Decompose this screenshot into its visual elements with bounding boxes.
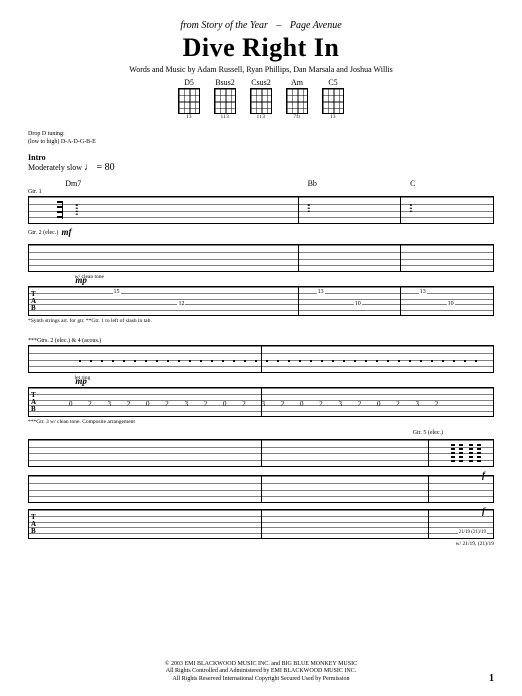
chord-diagram: C5 13 (322, 78, 344, 120)
chord-symbol: Bb (308, 179, 317, 188)
copyright-footer: © 2003 EMI BLACKWOOD MUSIC INC. and BIG … (28, 661, 494, 684)
chord-name: Csus2 (251, 78, 271, 87)
section-label: Intro (28, 153, 46, 162)
source-line: from Story of the Year – Page Avenue (28, 20, 494, 31)
dynamic-marking: mf (61, 227, 71, 237)
source-prefix: from (180, 20, 199, 31)
chord-symbol: Dm7 (65, 179, 81, 188)
tab-fragment: 21/19 (21)/19 (458, 530, 487, 535)
chord-symbol: C (410, 179, 415, 188)
whole-note-stack: 𝅝𝅝𝅝 (409, 203, 411, 212)
guitar-label: Gtr. 1 (28, 189, 494, 195)
tuning-label: Drop D tuning: (28, 130, 494, 138)
source-album: Page Avenue (290, 20, 342, 31)
chord-grid (250, 88, 272, 114)
source-dash: – (276, 20, 281, 31)
tab-staff: TAB 15 12 13 10 13 10 (28, 286, 494, 316)
note-run (79, 356, 483, 366)
chord-diagram: Am 7fr (286, 78, 308, 120)
system-footnote: *Synth strings arr. for gtr. **Gtr. 1 to… (28, 318, 494, 324)
credits-line: Words and Music by Adam Russell, Ryan Ph… (28, 65, 494, 74)
let-ring: let ring (75, 375, 494, 381)
guitar-label: ***Gtrs. 2 (elec.) & 4 (acous.) (28, 338, 494, 344)
chord-fingering: 113 (221, 115, 230, 120)
tab-number: 10 (447, 301, 455, 307)
chord-fingering: 13 (186, 115, 192, 120)
tuning-detail: (low to high) D-A-D-G-B-E (28, 138, 494, 146)
tab-run: 0 2 3 2 0 2 3 2 0 2 3 2 0 2 3 2 0 2 3 2 … (69, 400, 453, 408)
page-number: 1 (489, 673, 494, 684)
chord-name: D5 (184, 78, 194, 87)
notation-staff: mp (28, 345, 494, 373)
chord-grid (286, 88, 308, 114)
chord-grid (178, 88, 200, 114)
notation-staff: f (28, 475, 494, 503)
dynamic-marking: mp (75, 376, 87, 386)
tab-number: 13 (317, 289, 325, 295)
tab-label: TAB (31, 291, 36, 312)
chord-grid (322, 88, 344, 114)
tab-number: 13 (419, 289, 427, 295)
tab-staff: TAB 21/19 (21)/19 (28, 509, 494, 539)
notation-system-1: Dm7 Bb C Gtr. 1 𝅝𝅝𝅝𝅝 𝅝𝅝𝅝 𝅝𝅝𝅝 mf Gtr. 2 (… (28, 179, 494, 324)
dynamic-marking: mp (75, 275, 87, 285)
tempo-label: Moderately slow (28, 163, 82, 172)
guitar-label: Gtr. 5 (elec.) (413, 430, 443, 436)
notation-system-2: ***Gtrs. 2 (elec.) & 4 (acous.) mp let r… (28, 338, 494, 425)
copyright-line: © 2003 EMI BLACKWOOD MUSIC INC. and BIG … (28, 661, 494, 669)
chord-diagram: Csus2 113 (250, 78, 272, 120)
notation-system-3: Gtr. 5 (elec.) f f TAB 21/19 (21)/19 w/ … (28, 439, 494, 547)
guitar-label: Gtr. 2 (elec.) (28, 230, 494, 236)
chord-fingering: 113 (257, 115, 266, 120)
chord-grid (214, 88, 236, 114)
chord-fingering: 7fr (293, 115, 300, 120)
ending-fragment (445, 444, 485, 462)
tempo-marking: ♩ = 80 (84, 162, 115, 173)
tab-number: 10 (354, 301, 362, 307)
chord-name: C5 (328, 78, 337, 87)
source-artist: Story of the Year (201, 20, 268, 31)
notation-staff: 𝅝𝅝𝅝𝅝 𝅝𝅝𝅝 𝅝𝅝𝅝 mf (28, 196, 494, 224)
system-footnote: ***Gtr. 3 w/ clean tone. Composite arran… (28, 419, 494, 425)
chord-fingering: 13 (330, 115, 336, 120)
chord-diagram-row: D5 13 Bsus2 113 Csus2 113 Am 7fr C5 13 (28, 78, 494, 120)
tempo-line: Intro Moderately slow ♩ = 80 (28, 153, 494, 173)
notation-staff: Gtr. 5 (elec.) f (28, 439, 494, 467)
chord-diagram: D5 13 (178, 78, 200, 120)
tab-label: TAB (31, 514, 36, 535)
tone-note: w/ clean tone (75, 274, 494, 280)
tab-number: 15 (113, 289, 121, 295)
tab-number: 12 (177, 301, 185, 307)
copyright-line: All Rights Controlled and Administered b… (28, 668, 494, 676)
song-title: Dive Right In (28, 33, 494, 63)
system-footnote: w/ 21/19, (21)/19 (28, 541, 494, 547)
chord-name: Am (291, 78, 303, 87)
chord-labels-row: Dm7 Bb C (28, 179, 494, 189)
chord-diagram: Bsus2 113 (214, 78, 236, 120)
chord-name: Bsus2 (215, 78, 235, 87)
whole-note-stack: 𝅝𝅝𝅝 (307, 203, 309, 212)
whole-note-stack: 𝅝𝅝𝅝𝅝 (75, 203, 77, 215)
tab-staff: TAB 0 2 3 2 0 2 3 2 0 2 3 2 0 2 3 2 0 2 … (28, 387, 494, 417)
tuning-info: Drop D tuning: (low to high) D-A-D-G-B-E (28, 130, 494, 147)
tab-label: TAB (31, 392, 36, 413)
copyright-line: All Rights Reserved International Copyri… (28, 676, 494, 684)
notation-staff: mp (28, 244, 494, 272)
